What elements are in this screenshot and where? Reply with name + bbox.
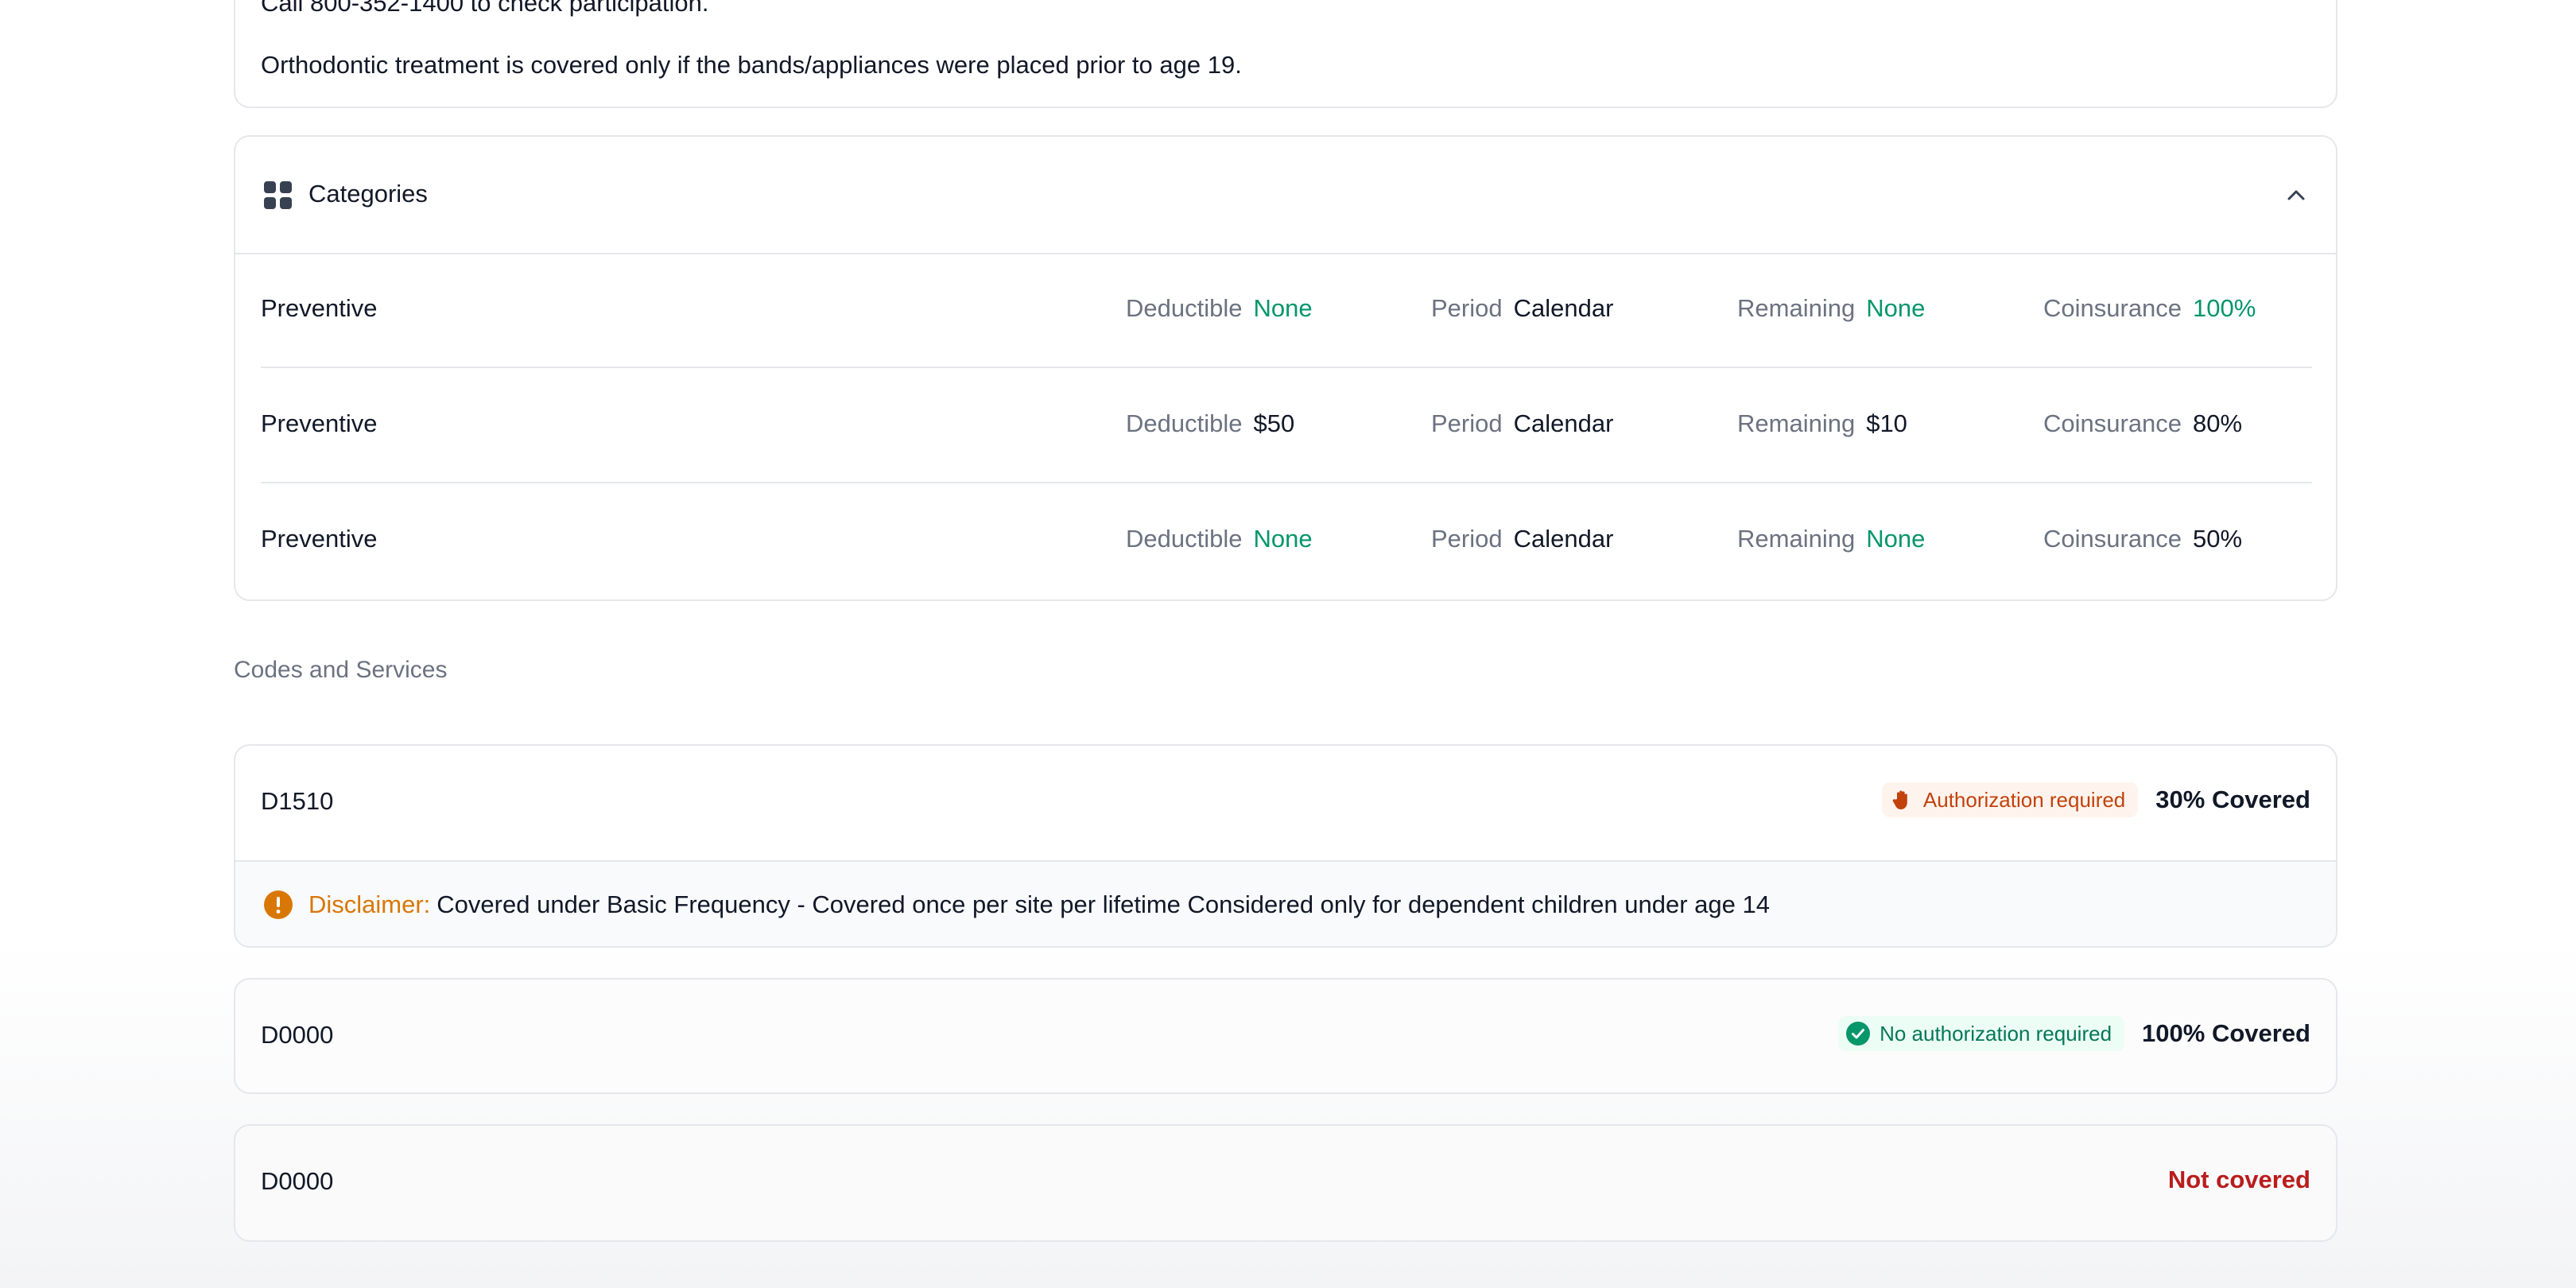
grid-icon: [264, 181, 292, 209]
disclaimer-body: Covered under Basic Frequency - Covered …: [436, 890, 1770, 918]
authorization-badge: Authorization required: [1881, 782, 2139, 817]
remaining-value: None: [1866, 294, 1926, 322]
exclamation-circle-icon: [264, 890, 293, 919]
deductible-label: Deductible: [1126, 409, 1243, 437]
categories-title: Categories: [308, 180, 428, 208]
period-metric: Period Calendar: [1431, 409, 1613, 438]
code-status: Not covered: [2168, 1161, 2310, 1199]
code-row[interactable]: D1510 Authorization required 30% Covered: [235, 746, 2336, 860]
period-value: Calendar: [1513, 294, 1614, 322]
coinsurance-label: Coinsurance: [2043, 294, 2182, 322]
codes-and-services-heading: Codes and Services: [234, 657, 448, 683]
period-value: Calendar: [1513, 409, 1614, 437]
authorization-badge: No authorization required: [1838, 1016, 2125, 1051]
period-label: Period: [1431, 525, 1503, 553]
remaining-label: Remaining: [1737, 294, 1856, 322]
category-name: Preventive: [261, 294, 378, 322]
procedure-code: D0000: [261, 1167, 334, 1195]
coinsurance-metric: Coinsurance 50%: [2043, 525, 2242, 553]
deductible-label: Deductible: [1126, 525, 1243, 553]
disclaimer-label: Disclaimer:: [308, 890, 431, 918]
coinsurance-label: Coinsurance: [2043, 525, 2182, 553]
coinsurance-value: 100%: [2193, 294, 2256, 322]
period-label: Period: [1431, 294, 1503, 322]
remaining-value: None: [1866, 525, 1926, 553]
coinsurance-metric: Coinsurance 100%: [2043, 294, 2256, 323]
code-status: Authorization required 30% Covered: [1881, 781, 2310, 819]
coinsurance-metric: Coinsurance 80%: [2043, 409, 2242, 438]
remaining-value: $10: [1866, 409, 1907, 437]
coinsurance-value: 50%: [2193, 525, 2243, 553]
deductible-label: Deductible: [1126, 294, 1243, 322]
disclaimer-banner: Disclaimer: Covered under Basic Frequency…: [235, 860, 2336, 946]
category-row: Preventive Deductible None Period Calendar…: [261, 483, 2312, 599]
authorization-badge-label: Authorization required: [1922, 787, 2126, 812]
coinsurance-label: Coinsurance: [2043, 409, 2182, 437]
category-name: Preventive: [261, 409, 378, 437]
remaining-label: Remaining: [1737, 409, 1856, 437]
authorization-badge-label: No authorization required: [1880, 1021, 2112, 1046]
deductible-value: $50: [1253, 409, 1295, 437]
category-row: Preventive Deductible $50 Period Calendar …: [261, 368, 2312, 483]
period-label: Period: [1431, 409, 1503, 437]
period-metric: Period Calendar: [1431, 525, 1613, 553]
category-row: Preventive Deductible None Period Calendar…: [261, 253, 2312, 368]
coverage-status: 100% Covered: [2142, 1019, 2310, 1047]
remaining-metric: Remaining $10: [1737, 409, 1907, 438]
plan-notes-card: Call 800-352-1400 to check participation…: [234, 0, 2337, 108]
coinsurance-value: 80%: [2193, 409, 2243, 437]
category-name: Preventive: [261, 525, 378, 553]
period-metric: Period Calendar: [1431, 294, 1613, 323]
period-value: Calendar: [1513, 525, 1614, 553]
code-card[interactable]: D0000 Not covered: [234, 1124, 2337, 1242]
participation-note: Call 800-352-1400 to check participation…: [261, 0, 709, 17]
remaining-metric: Remaining None: [1737, 294, 1925, 323]
deductible-metric: Deductible None: [1126, 294, 1313, 323]
code-row[interactable]: D0000 Not covered: [235, 1126, 2336, 1240]
coverage-status: 30% Covered: [2155, 786, 2310, 813]
remaining-metric: Remaining None: [1737, 525, 1925, 553]
deductible-metric: Deductible $50: [1126, 409, 1294, 438]
coverage-status: Not covered: [2167, 1166, 2310, 1193]
code-status: No authorization required 100% Covered: [1838, 1014, 2310, 1053]
chevron-up-icon[interactable]: [2285, 184, 2307, 207]
code-card[interactable]: D0000 No authorization required 100% Cov…: [234, 978, 2337, 1094]
deductible-metric: Deductible None: [1126, 525, 1313, 553]
hand-stop-icon: [1892, 790, 1907, 809]
deductible-value: None: [1253, 294, 1313, 322]
orthodontic-note: Orthodontic treatment is covered only if…: [261, 51, 1242, 79]
categories-card: Categories Preventive Deductible None Per…: [234, 135, 2337, 601]
procedure-code: D1510: [261, 787, 334, 815]
procedure-code: D0000: [261, 1021, 334, 1049]
remaining-label: Remaining: [1737, 525, 1856, 553]
deductible-value: None: [1253, 525, 1313, 553]
categories-header[interactable]: Categories: [235, 137, 2336, 254]
code-card[interactable]: D1510 Authorization required 30% Covered…: [234, 744, 2337, 948]
code-row[interactable]: D0000 No authorization required 100% Cov…: [235, 980, 2336, 1094]
disclaimer-text: Disclaimer: Covered under Basic Frequency…: [308, 890, 1770, 919]
check-circle-icon: [1846, 1022, 1871, 1046]
